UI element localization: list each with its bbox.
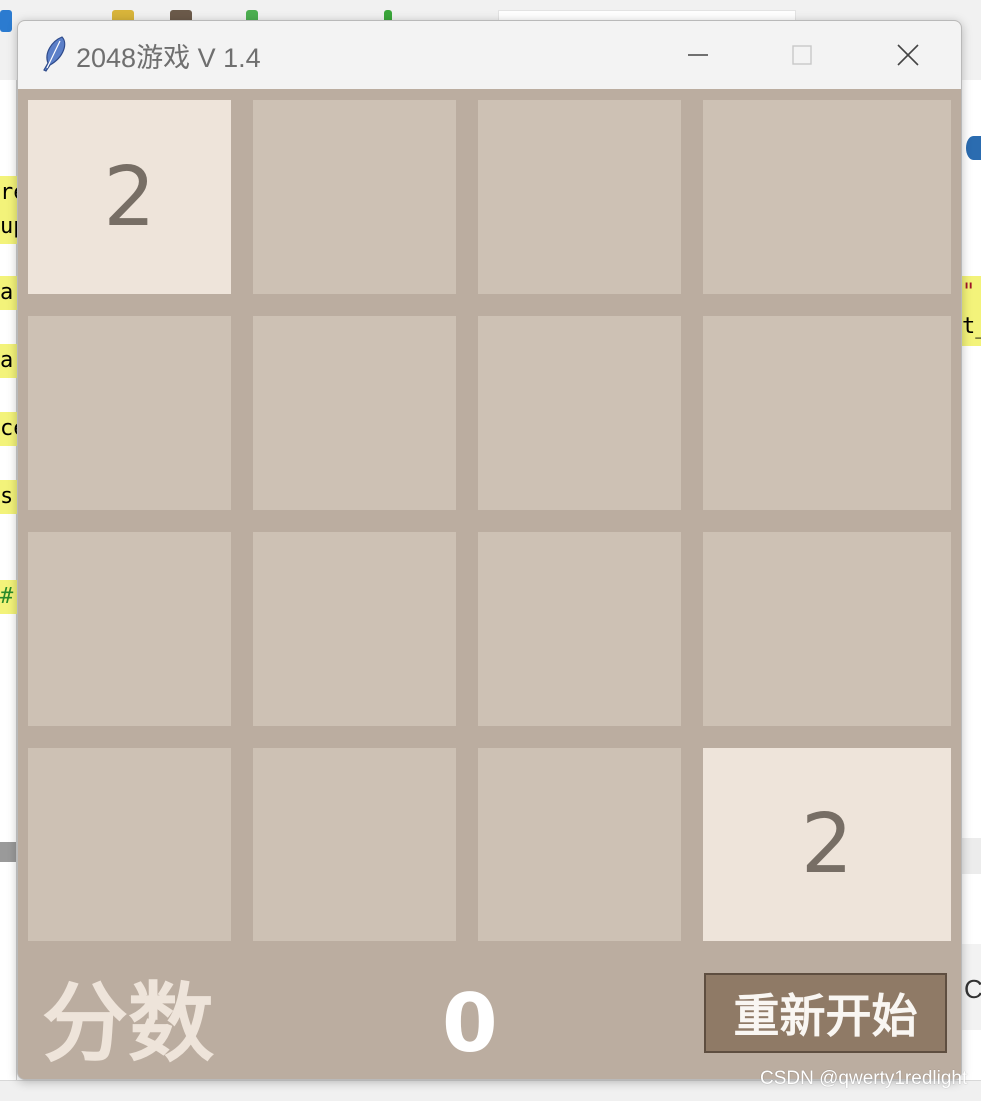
game-board[interactable]: 2 2 — [18, 89, 961, 959]
grid-cell — [253, 748, 456, 941]
grid-cell — [703, 100, 951, 294]
feather-icon — [43, 36, 66, 72]
watermark: CSDN @qwerty1redlight — [760, 1068, 968, 1089]
tile-2: 2 — [703, 748, 951, 941]
close-icon — [897, 44, 919, 66]
score-label: 分数 — [42, 974, 214, 1074]
minimize-icon — [688, 54, 708, 56]
code-fragment: re — [0, 176, 18, 210]
code-fragment: up — [0, 210, 18, 244]
background-panel — [962, 838, 981, 874]
code-fragment: ar — [0, 276, 18, 310]
maximize-button[interactable] — [752, 21, 852, 89]
code-fragment: s.m — [0, 480, 18, 514]
grid-cell — [478, 316, 681, 510]
code-fragment-right: " t_ — [962, 276, 981, 346]
grid-cell — [253, 100, 456, 294]
ide-file-icon — [0, 10, 12, 32]
pin-icon — [966, 136, 981, 160]
minimize-button[interactable] — [648, 21, 748, 89]
background-scrollbar — [0, 842, 16, 862]
code-fragment: ce — [0, 412, 18, 446]
grid-cell — [478, 100, 681, 294]
grid-cell — [253, 316, 456, 510]
window-title: 2048游戏 V 1.4 — [76, 43, 261, 73]
score-value: 0 — [442, 977, 498, 1070]
restart-button[interactable]: 重新开始 — [704, 973, 947, 1053]
maximize-icon — [792, 45, 812, 65]
score-bar: 分数 0 重新开始 — [18, 959, 961, 1079]
code-fragment: # — [0, 580, 18, 614]
title-bar[interactable]: 2048游戏 V 1.4 — [18, 21, 961, 89]
grid-cell — [28, 748, 231, 941]
tile-2: 2 — [28, 100, 231, 294]
grid-cell — [28, 532, 231, 726]
grid-cell — [478, 748, 681, 941]
grid-cell — [253, 532, 456, 726]
grid-cell — [478, 532, 681, 726]
game-window: 2048游戏 V 1.4 2 2 分数 0 重新开始 — [17, 20, 962, 1080]
grid-cell — [703, 532, 951, 726]
code-fragment: ar — [0, 344, 18, 378]
close-button[interactable] — [858, 21, 958, 89]
background-panel: C — [962, 944, 981, 1030]
background-editor-right — [960, 80, 981, 1080]
grid-cell — [703, 316, 951, 510]
grid-cell — [28, 316, 231, 510]
